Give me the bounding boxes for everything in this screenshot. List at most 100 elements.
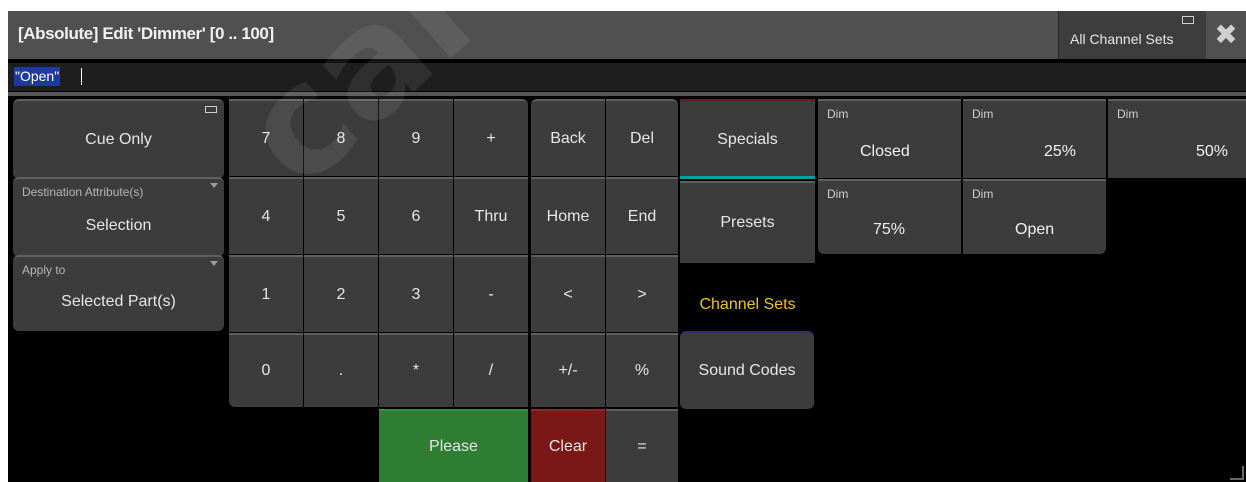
preset-value: Closed: [860, 143, 910, 160]
key-4[interactable]: 4: [229, 177, 303, 254]
key-0[interactable]: 0: [229, 333, 303, 407]
key-slash[interactable]: /: [454, 333, 528, 407]
text-caret: [81, 68, 82, 85]
key-1[interactable]: 1: [229, 255, 303, 332]
cursor-right-button[interactable]: >: [606, 255, 678, 332]
divider: [8, 92, 1246, 96]
key-label: %: [634, 362, 650, 379]
dropdown-arrow-icon: [210, 183, 218, 188]
key-label: Thru: [474, 207, 508, 225]
sound-codes-label: Sound Codes: [698, 362, 796, 379]
preset-value: 50%: [1196, 143, 1229, 160]
key-star[interactable]: *: [379, 333, 453, 407]
key-label: 4: [261, 207, 271, 225]
key-label: 7: [261, 129, 271, 147]
preset-attribute: Dim: [972, 187, 994, 201]
destination-attribute-select[interactable]: Destination Attribute(s) Selection: [13, 177, 224, 257]
presets-label: Presets: [720, 214, 775, 231]
key-label: Del: [629, 129, 654, 147]
destination-label: Destination Attribute(s): [22, 185, 144, 199]
edit-dimmer-window: [Absolute] Edit 'Dimmer' [0 .. 100] All …: [8, 11, 1246, 482]
key-2[interactable]: 2: [304, 255, 378, 332]
end-button[interactable]: End: [606, 177, 678, 254]
key-minus[interactable]: -: [454, 255, 528, 332]
preset-dim-25[interactable]: Dim 25%: [963, 99, 1106, 178]
key-label: 2: [336, 285, 346, 303]
preset-attribute: Dim: [827, 187, 849, 201]
window-title: [Absolute] Edit 'Dimmer' [0 .. 100]: [18, 24, 274, 43]
preset-dim-75[interactable]: Dim 75%: [818, 179, 961, 254]
key-label: Back: [550, 129, 586, 147]
preset-attribute: Dim: [972, 107, 994, 121]
key-label: >: [637, 285, 647, 303]
key-7[interactable]: 7: [229, 99, 303, 176]
key-label: -: [488, 285, 494, 303]
all-channel-sets-label: All Channel Sets: [1070, 31, 1174, 47]
dropdown-arrow-icon: [210, 261, 218, 266]
key-5[interactable]: 5: [304, 177, 378, 254]
key-thru[interactable]: Thru: [454, 177, 528, 254]
key-label: 1: [261, 285, 271, 303]
cue-only-button[interactable]: Cue Only: [13, 99, 224, 179]
key-label: 0: [261, 362, 271, 379]
preset-dim-closed[interactable]: Dim Closed: [818, 99, 961, 178]
apply-to-label: Apply to: [22, 263, 66, 277]
del-button[interactable]: Del: [606, 99, 678, 176]
please-label: Please: [429, 437, 478, 455]
key-8[interactable]: 8: [304, 99, 378, 176]
key-label: 3: [411, 285, 421, 303]
key-6[interactable]: 6: [379, 177, 453, 254]
destination-value: Selection: [85, 217, 152, 234]
key-9[interactable]: 9: [379, 99, 453, 176]
equals-button[interactable]: =: [606, 409, 678, 482]
key-label: *: [412, 362, 420, 379]
channel-sets-label: Channel Sets: [699, 296, 796, 313]
key-label: +/-: [558, 362, 578, 379]
key-label: Home: [546, 207, 590, 225]
key-label: <: [563, 285, 573, 303]
apply-to-select[interactable]: Apply to Selected Part(s): [13, 255, 224, 331]
key-label: 5: [336, 207, 346, 225]
key-plus[interactable]: +: [454, 99, 528, 176]
toggle-indicator-icon: [1182, 16, 1194, 24]
cursor-left-button[interactable]: <: [531, 255, 605, 332]
specials-category-button[interactable]: Specials: [680, 99, 815, 179]
preset-value: Open: [1015, 221, 1055, 238]
preset-dim-open[interactable]: Dim Open: [963, 179, 1106, 254]
home-button[interactable]: Home: [531, 177, 605, 254]
presets-category-button[interactable]: Presets: [680, 181, 815, 263]
key-label: 8: [336, 129, 346, 147]
key-label: End: [627, 207, 657, 225]
resize-grip-icon[interactable]: [1230, 466, 1244, 480]
key-label: +: [486, 129, 496, 147]
key-3[interactable]: 3: [379, 255, 453, 332]
key-label: .: [338, 362, 344, 379]
command-input-value: "Open": [14, 67, 61, 86]
key-dot[interactable]: .: [304, 333, 378, 407]
title-bar: [Absolute] Edit 'Dimmer' [0 .. 100] All …: [8, 11, 1246, 59]
selected-indicator: [680, 176, 815, 179]
preset-value: 25%: [1044, 143, 1077, 160]
sound-codes-category-button[interactable]: Sound Codes: [680, 331, 814, 409]
key-label: 6: [411, 207, 421, 225]
specials-label: Specials: [717, 131, 778, 148]
preset-attribute: Dim: [827, 107, 849, 121]
key-label: Clear: [548, 437, 588, 455]
please-button[interactable]: Please: [379, 409, 528, 482]
plus-minus-button[interactable]: +/-: [531, 333, 605, 407]
key-label: 9: [411, 129, 421, 147]
command-input[interactable]: "Open": [8, 63, 1246, 91]
close-icon[interactable]: ✖: [1206, 11, 1246, 59]
clear-button[interactable]: Clear: [531, 409, 605, 482]
cue-only-label: Cue Only: [85, 131, 152, 148]
back-button[interactable]: Back: [531, 99, 605, 176]
key-label: /: [488, 362, 494, 379]
apply-to-value: Selected Part(s): [61, 293, 176, 310]
preset-dim-50[interactable]: Dim 50%: [1108, 99, 1246, 178]
all-channel-sets-button[interactable]: All Channel Sets: [1058, 11, 1206, 59]
key-label: =: [637, 437, 647, 455]
percent-button[interactable]: %: [606, 333, 678, 407]
preset-attribute: Dim: [1117, 107, 1139, 121]
toggle-indicator-icon: [205, 106, 217, 113]
preset-value: 75%: [873, 221, 906, 238]
